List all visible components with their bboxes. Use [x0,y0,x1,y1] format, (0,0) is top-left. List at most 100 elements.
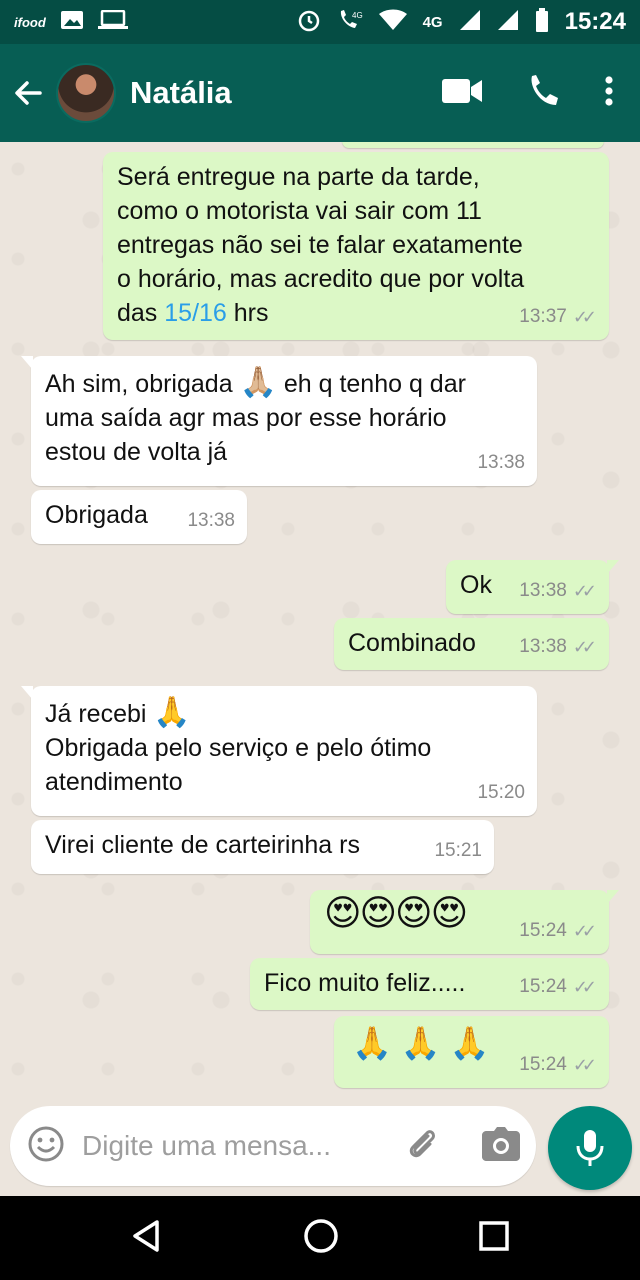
message-time: 15:24 [519,1054,567,1075]
nav-home-button[interactable] [303,1218,339,1259]
status-time: 15:24 [564,8,626,35]
message-bubble-outgoing[interactable]: 😍😍😍😍 15:24 ✓✓ [310,890,619,954]
more-vertical-icon [605,75,613,106]
message-bubble-outgoing[interactable]: Combinado 13:38 ✓✓ [334,618,609,670]
read-ticks-icon: ✓✓ [572,921,597,941]
signal-icon-2 [497,9,519,36]
message-time: 13:37 [519,306,567,327]
attach-icon [409,1129,435,1157]
message-line: Ah sim, obrigada 🙏🏼 eh q tenho q dar [45,366,523,401]
message-meta: 13:38 ✓✓ [519,630,597,664]
message-meta: 15:24 ✓✓ [519,1048,597,1082]
nav-recents-button[interactable] [478,1220,510,1257]
network-type-label: 4G [422,13,443,31]
message-line: como o motorista vai sair com 11 [117,197,482,225]
phone-icon [531,74,558,105]
message-line: o horário, mas acredito que por volta [117,265,525,293]
voice-call-button[interactable] [526,74,560,113]
voice-record-button[interactable] [548,1106,632,1190]
message-composer: Digite uma mensa... [0,1100,640,1196]
message-meta: 13:37 ✓✓ [519,300,597,334]
pray-emoji: 🙏 🙏 🙏 [352,1025,490,1061]
pray-emoji: 🙏 [153,696,191,729]
message-line: estou de volta já [45,438,228,466]
message-line: uma saída agr mas por esse horário [45,404,447,432]
previous-message-bubble [342,142,604,148]
message-link[interactable]: 15/16 [164,299,227,327]
back-button[interactable] [0,77,56,109]
message-text: hrs [226,299,269,327]
ifood-notification-icon: ifood [14,14,46,30]
more-options-button[interactable] [604,75,614,111]
message-input-placeholder[interactable]: Digite uma mensa... [82,1130,402,1162]
alarm-icon [297,8,321,37]
message-bubble-outgoing[interactable]: Fico muito feliz..... 15:24 ✓✓ [250,958,609,1010]
nav-home-icon [304,1218,338,1253]
message-bubble-incoming[interactable]: Ah sim, obrigada 🙏🏼 eh q tenho q dar uma… [21,356,537,486]
message-text: Obrigada [45,501,148,529]
message-meta: 13:38 [187,504,235,538]
attach-button[interactable] [402,1124,442,1169]
message-line: atendimento [45,768,183,796]
contact-name[interactable]: Natália [130,75,232,111]
battery-icon [535,7,549,37]
status-bar: ifood 4G 4G 15:24 [0,0,640,44]
chat-area[interactable]: Será entregue na parte da tarde, como o … [0,142,640,1100]
system-navigation-bar [0,1196,640,1280]
message-time: 13:38 [187,510,235,531]
pray-emoji: 🙏🏼 [239,366,277,399]
message-time: 13:38 [477,452,525,473]
message-time: 13:38 [519,580,567,601]
emoji-button[interactable] [26,1124,66,1169]
message-text: Já recebi [45,700,154,728]
chat-header: Natália [0,44,640,142]
camera-button[interactable] [482,1126,520,1166]
camera-icon [482,1126,520,1161]
message-time: 15:24 [519,976,567,997]
message-line: Obrigada pelo serviço e pelo ótimo [45,734,432,762]
read-ticks-icon: ✓✓ [572,977,597,997]
message-time: 15:21 [434,840,482,861]
message-input[interactable]: Digite uma mensa... [10,1106,536,1186]
message-bubble-incoming[interactable]: Já recebi 🙏 Obrigada pelo serviço e pelo… [21,686,537,816]
message-line: entregas não sei te falar exatamente [117,231,523,259]
call-4g-icon: 4G [337,8,363,37]
message-time: 15:24 [519,920,567,941]
message-bubble-outgoing[interactable]: 🙏 🙏 🙏 15:24 ✓✓ [334,1016,609,1088]
message-line: Já recebi 🙏 [45,696,523,731]
message-meta: 15:24 ✓✓ [519,914,597,948]
message-bubble-outgoing[interactable]: Ok 13:38 ✓✓ [446,560,619,614]
read-ticks-icon: ✓✓ [572,307,597,327]
video-call-button[interactable] [442,78,482,109]
nav-back-button[interactable] [130,1219,164,1258]
message-meta: 15:20 [477,776,525,810]
message-text: Virei cliente de carteirinha rs [45,831,360,859]
message-text: eh q tenho q dar [276,370,466,398]
nav-back-icon [132,1219,159,1252]
message-meta: 15:21 [434,834,482,868]
message-line: Será entregue na parte da tarde, [117,163,480,191]
emoji-icon [28,1126,64,1161]
message-meta: 15:24 ✓✓ [519,970,597,1004]
status-left-icons: ifood [14,9,128,35]
message-bubble-incoming[interactable]: Obrigada 13:38 [31,490,247,544]
back-arrow-icon [15,81,42,105]
header-actions [442,74,640,113]
message-meta: 13:38 [477,446,525,480]
message-meta: 13:38 ✓✓ [519,574,597,608]
laptop-notification-icon [97,9,128,35]
message-text: das [117,299,165,327]
heart-eyes-emoji: 😍😍😍😍 [324,892,468,933]
message-bubble-incoming[interactable]: Virei cliente de carteirinha rs 15:21 [31,820,494,874]
message-text: Ok [460,571,492,599]
svg-text:4G: 4G [352,11,363,20]
contact-avatar[interactable] [56,63,116,123]
message-text: Fico muito feliz..... [264,969,466,997]
video-call-icon [442,78,482,103]
status-right-icons: 4G 4G 15:24 [297,7,626,37]
mic-icon [576,1130,604,1166]
message-time: 15:20 [477,782,525,803]
message-text: Ah sim, obrigada [45,370,240,398]
message-bubble-outgoing[interactable]: Será entregue na parte da tarde, como o … [103,152,609,340]
signal-icon-1 [459,9,481,36]
